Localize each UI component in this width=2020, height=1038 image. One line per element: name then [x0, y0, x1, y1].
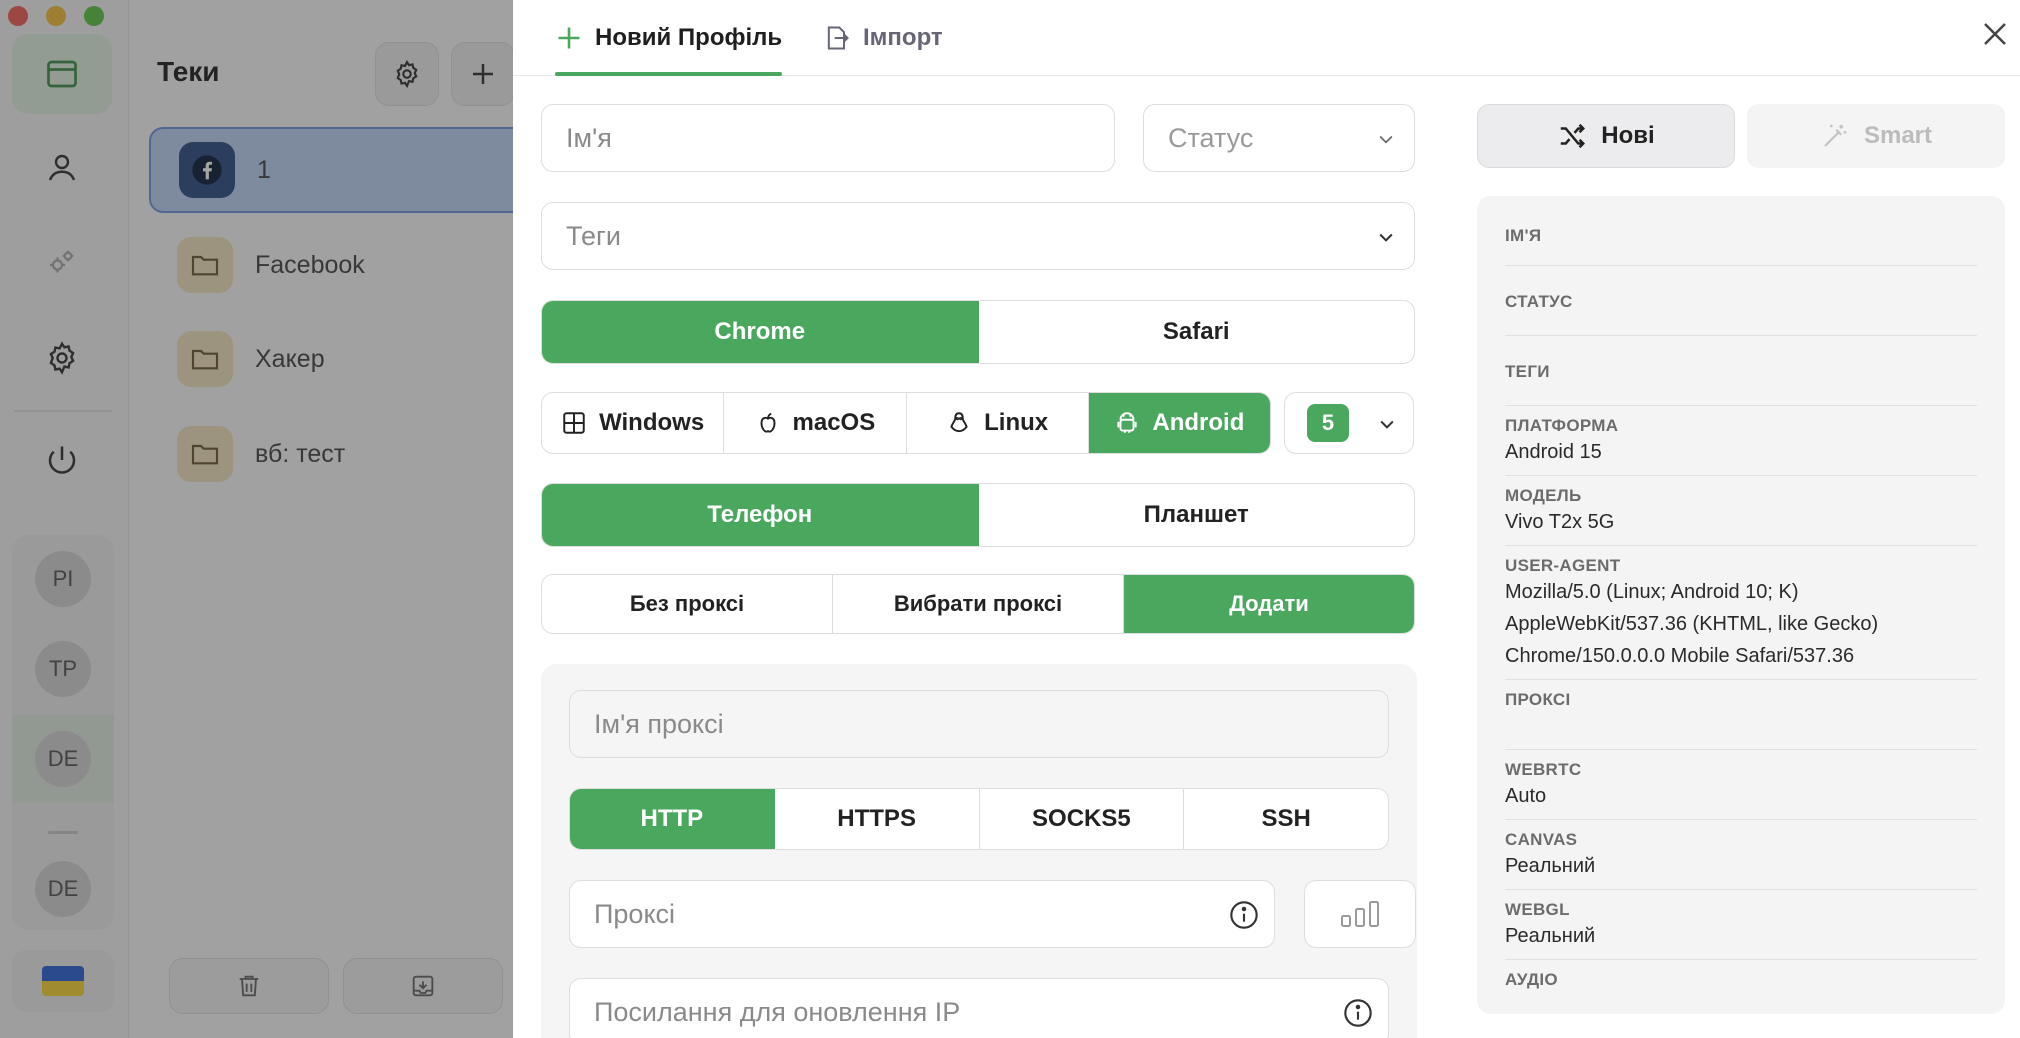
preview-row-tags: Теги [1505, 336, 1977, 406]
os-option-label: Android [1152, 409, 1245, 436]
preview-row-model: Модель Vivo T2x 5G [1505, 476, 1977, 546]
signal-bars-icon [1341, 901, 1379, 927]
new-profile-modal: Новий Профіль Імпорт Ім'я Статус Теги Ch… [513, 0, 2020, 1038]
randomize-new-label: Нові [1601, 122, 1655, 149]
modal-tabs: Новий Профіль Імпорт [513, 0, 2020, 76]
info-icon[interactable] [1342, 997, 1374, 1029]
refresh-ip-url-field[interactable]: Посилання для оновлення IP [569, 978, 1389, 1038]
preview-value: Реальний [1505, 855, 1596, 877]
device-option-phone[interactable]: Телефон [542, 484, 979, 546]
protocol-option-socks5[interactable]: SOCKS5 [980, 789, 1185, 849]
proxy-name-field[interactable]: Ім'я проксі [569, 690, 1389, 758]
tab-import[interactable]: Імпорт [823, 0, 943, 76]
proxy-mode-none[interactable]: Без проксі [542, 575, 833, 633]
preview-value: Vivo T2x 5G [1505, 511, 1615, 533]
preview-label: Ім'я [1505, 226, 1542, 245]
os-selector: Windows macOS Linux Android [541, 392, 1271, 454]
proxy-mode-choose[interactable]: Вибрати проксі [833, 575, 1124, 633]
os-option-label: Windows [599, 409, 705, 436]
proxy-protocol-selector: HTTP HTTPS SOCKS5 SSH [569, 788, 1389, 850]
refresh-ip-url-placeholder: Посилання для оновлення IP [594, 996, 961, 1027]
browser-option-chrome[interactable]: Chrome [542, 301, 979, 363]
preview-value: Android 15 [1505, 441, 1602, 463]
tab-label: Новий Профіль [595, 24, 783, 51]
proxy-mode-add[interactable]: Додати [1124, 575, 1414, 633]
os-version-select[interactable]: 5 [1284, 392, 1414, 454]
tags-select[interactable]: Теги [541, 202, 1415, 270]
device-type-selector: Телефон Планшет [541, 483, 1415, 547]
preview-row-webgl: WebGL Реальний [1505, 890, 1977, 960]
apple-icon [760, 412, 775, 433]
preview-label: WebGL [1505, 900, 1570, 919]
proxy-field[interactable]: Проксі [569, 880, 1275, 948]
randomize-new-button[interactable]: Нові [1477, 104, 1735, 168]
os-option-label: macOS [792, 409, 876, 436]
preview-row-webrtc: WebRTC Auto [1505, 750, 1977, 820]
proxy-settings-panel: Ім'я проксі HTTP HTTPS SOCKS5 SSH Проксі… [541, 664, 1417, 1038]
os-option-linux[interactable]: Linux [907, 393, 1089, 453]
name-field[interactable]: Ім'я [541, 104, 1115, 172]
magic-wand-icon [1824, 124, 1847, 147]
os-option-android[interactable]: Android [1088, 393, 1270, 453]
preview-row-proxy: Проксі [1505, 680, 1977, 750]
preview-label: WebRTC [1505, 760, 1582, 779]
preview-label: Статус [1505, 292, 1573, 311]
proxy-check-button[interactable] [1304, 880, 1416, 948]
os-version-badge: 5 [1307, 404, 1349, 442]
preview-label: Аудіо [1505, 970, 1558, 989]
smart-label: Smart [1863, 122, 1933, 149]
browser-selector: Chrome Safari [541, 300, 1415, 364]
os-option-macos[interactable]: macOS [724, 393, 907, 453]
chevron-down-icon [1380, 420, 1394, 429]
status-select-placeholder: Статус [1168, 122, 1254, 153]
preview-value: Mozilla/5.0 (Linux; Android 10; K) Apple… [1505, 581, 1879, 667]
os-option-label: Linux [984, 409, 1049, 436]
preview-label: User-Agent [1505, 556, 1621, 575]
name-field-placeholder: Ім'я [566, 122, 612, 153]
chevron-down-icon [1379, 135, 1393, 144]
preview-label: Платформа [1505, 416, 1619, 435]
preview-label: Теги [1505, 362, 1550, 381]
preview-value: Реальний [1505, 925, 1596, 947]
preview-value: Auto [1505, 785, 1547, 807]
preview-label: Canvas [1505, 830, 1578, 849]
import-icon [827, 26, 849, 50]
preview-row-user-agent: User-Agent Mozilla/5.0 (Linux; Android 1… [1505, 546, 1977, 680]
close-icon [1984, 23, 2006, 45]
plus-icon [558, 27, 580, 49]
protocol-option-https[interactable]: HTTPS [775, 789, 980, 849]
modal-backdrop[interactable] [0, 0, 513, 1038]
tab-label: Імпорт [863, 24, 943, 51]
preview-row-canvas: Canvas Реальний [1505, 820, 1977, 890]
preview-label: Модель [1505, 486, 1582, 505]
browser-option-safari[interactable]: Safari [979, 301, 1415, 363]
linux-icon [950, 412, 968, 433]
os-option-windows[interactable]: Windows [542, 393, 725, 453]
profile-preview-panel: Ім'я Статус Теги Платформа Android 15 Мо… [1477, 196, 2005, 1014]
close-button[interactable] [1975, 14, 2015, 54]
android-icon [1117, 412, 1138, 433]
tab-new-profile[interactable]: Новий Профіль [555, 0, 783, 76]
preview-row-name: Ім'я [1505, 196, 1977, 266]
protocol-option-http[interactable]: HTTP [570, 789, 775, 849]
tags-select-placeholder: Теги [566, 220, 621, 251]
background-app: PI TP DE DE Теки 1 Facebook Хакер вб: те… [0, 0, 513, 1038]
proxy-mode-selector: Без проксі Вибрати проксі Додати [541, 574, 1415, 634]
preview-row-status: Статус [1505, 266, 1977, 336]
protocol-option-ssh[interactable]: SSH [1184, 789, 1388, 849]
proxy-name-placeholder: Ім'я проксі [594, 708, 724, 739]
preview-row-platform: Платформа Android 15 [1505, 406, 1977, 476]
device-option-tablet[interactable]: Планшет [979, 484, 1415, 546]
shuffle-icon [1561, 123, 1586, 149]
info-icon[interactable] [1228, 899, 1260, 931]
preview-row-audio: Аудіо [1505, 960, 1977, 1014]
chevron-down-icon [1379, 233, 1393, 242]
proxy-field-placeholder: Проксі [594, 898, 676, 929]
preview-label: Проксі [1505, 690, 1571, 709]
smart-button[interactable]: Smart [1747, 104, 2005, 168]
status-select[interactable]: Статус [1143, 104, 1415, 172]
windows-icon [563, 412, 585, 434]
